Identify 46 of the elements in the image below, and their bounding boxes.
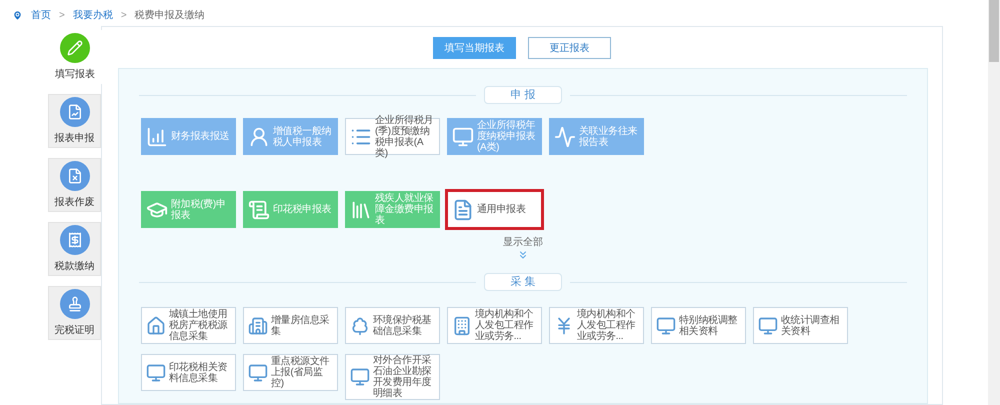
form-tile[interactable]: 通用申报表 — [447, 191, 542, 228]
scroll-icon — [248, 198, 270, 220]
stamp-icon — [60, 288, 90, 318]
breadcrumb-separator: > — [120, 8, 127, 22]
collection-tile[interactable]: 收统计调查相关资料 — [753, 307, 848, 344]
section-title: 采 集 — [484, 273, 562, 291]
sidebar-item[interactable]: 税款缴纳 — [48, 222, 101, 276]
breadcrumb-link[interactable]: 税费申报及缴纳 — [134, 8, 205, 22]
collection-tile[interactable]: 重点税源文件上报(省局监控) — [243, 354, 338, 391]
collection-tile[interactable]: 环境保护税基础信息采集 — [345, 307, 440, 344]
document-cross-icon — [60, 160, 90, 190]
collection-tile[interactable]: 城镇土地使用税房产税税源信息采集 — [141, 307, 236, 344]
chart-document-icon — [60, 96, 90, 126]
sidebar-item[interactable]: 报表作废 — [48, 158, 101, 212]
bar-chart-icon — [146, 126, 168, 148]
breadcrumb-link[interactable]: 首页 — [31, 8, 51, 22]
collection-tile[interactable]: 特别纳税调整相关资料 — [651, 307, 746, 344]
collection-tile[interactable]: 印花税相关资料信息采集 — [141, 354, 236, 391]
building-icon — [248, 316, 268, 336]
tree-icon — [350, 316, 370, 336]
collection-tile[interactable]: 增量房信息采集 — [243, 307, 338, 344]
collection-tile[interactable]: 境内机构和个人发包工程作业或劳务... — [549, 307, 644, 344]
monitor-icon — [248, 362, 268, 382]
location-pin-icon — [12, 10, 23, 20]
scrollbar[interactable] — [988, 0, 1000, 405]
pencil-icon — [60, 32, 90, 62]
sidebar-item[interactable]: 完税证明 — [48, 286, 101, 340]
collection-tile[interactable]: 对外合作开采石油企业勘探开发费用年度明细表 — [345, 354, 440, 400]
show-all-link[interactable]: 显示全部 — [503, 237, 543, 249]
monitor-icon — [758, 316, 778, 336]
monitor-icon — [146, 362, 166, 382]
house-icon — [146, 316, 166, 336]
monitor-icon — [656, 316, 676, 336]
user-icon — [248, 126, 270, 148]
monitor-icon — [350, 367, 370, 387]
building-icon — [452, 316, 472, 336]
breadcrumb-separator: > — [59, 8, 65, 22]
monitor-icon — [452, 126, 474, 148]
document-icon — [452, 198, 474, 220]
receipt-icon — [60, 224, 90, 254]
line-chart-icon — [554, 126, 576, 148]
collection-tile[interactable]: 境内机构和个人发包工程作业或劳务... — [447, 307, 542, 344]
section-title: 申 报 — [484, 86, 562, 104]
report-tab[interactable]: 更正报表 — [528, 37, 611, 59]
sidebar-item[interactable]: 报表申报 — [48, 94, 101, 148]
breadcrumb-link[interactable]: 我要办税 — [72, 8, 113, 22]
